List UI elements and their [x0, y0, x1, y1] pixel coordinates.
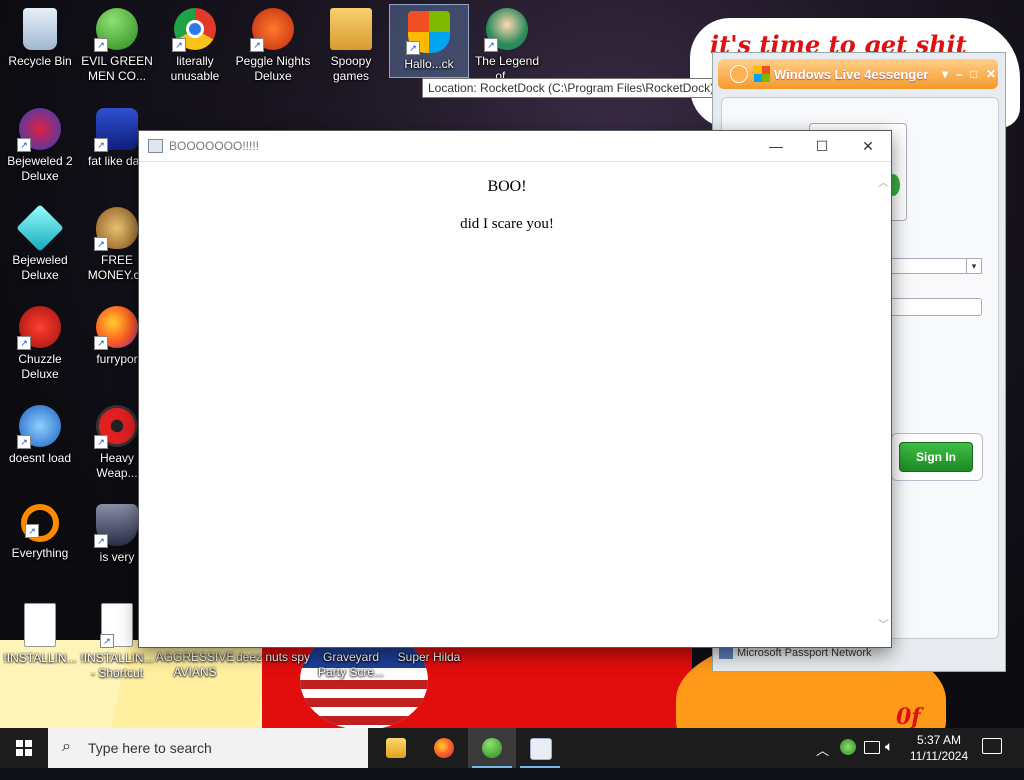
popup-titlebar[interactable]: BOOOOOOO!!!!! — ☐ ✕: [139, 131, 891, 162]
rocketdock-tooltip: Location: RocketDock (C:\Program Files\R…: [422, 78, 721, 98]
window-app-icon: [530, 738, 552, 760]
system-clock[interactable]: 5:37 AM 11/11/2024: [902, 732, 976, 764]
network-icon[interactable]: [864, 741, 880, 754]
minimize-button[interactable]: —: [753, 131, 799, 161]
desktop-icon-hallodock[interactable]: ↗ Hallo...ck: [389, 4, 469, 78]
messenger-buddies-icon: ↗: [94, 8, 138, 52]
wallpaper-corner-text: 0f: [896, 704, 921, 730]
desktop-icon-chuzzle[interactable]: ↗ Chuzzle Deluxe: [0, 300, 80, 392]
peggle-icon: ↗: [250, 8, 294, 52]
taskbar-evil-green-men[interactable]: [468, 728, 516, 768]
desktop-icon-recycle-bin[interactable]: Recycle Bin: [0, 2, 80, 94]
thunderbird-icon: ↗: [17, 405, 61, 449]
messenger-buddies-icon: [482, 738, 502, 758]
maximize-button[interactable]: ☐: [799, 131, 845, 161]
passport-icon: [719, 647, 733, 660]
desktop-icon-spoopy-games[interactable]: Spoopy games: [311, 2, 391, 94]
desktop-icon-literally-unusable[interactable]: ↗ literally unusable: [155, 2, 235, 94]
close-button[interactable]: ✕: [845, 131, 891, 161]
diamond-icon: [16, 204, 64, 252]
firefox-icon: ↗: [94, 306, 138, 350]
clock-time: 5:37 AM: [916, 733, 962, 747]
magnifier-icon: ↗: [21, 504, 59, 542]
scroll-down-icon[interactable]: ﹀: [878, 616, 889, 632]
taskbar-popup-window[interactable]: [516, 728, 564, 768]
messenger-titlebar[interactable]: Windows Live 4essenger ▾ – □ ✕: [718, 59, 998, 89]
search-box[interactable]: ⌕ Type here to search: [48, 728, 368, 768]
chevron-down-icon[interactable]: ▾: [966, 259, 981, 273]
desktop-icon-peggle-nights[interactable]: ↗ Peggle Nights Deluxe: [233, 2, 313, 94]
bejeweled-2-icon: ↗: [17, 108, 61, 152]
taskbar-firefox[interactable]: [420, 728, 468, 768]
scroll-up-icon[interactable]: ︿: [878, 174, 889, 190]
messenger-title: Windows Live 4essenger: [774, 67, 929, 82]
desktop-icon-everything[interactable]: ↗ Everything: [0, 498, 80, 590]
messenger-minimize-button[interactable]: –: [956, 67, 963, 81]
desktop-icon-evil-green-men[interactable]: ↗ EVIL GREEN MEN CO...: [77, 2, 157, 94]
folder-icon: [386, 738, 406, 758]
windows-live-logo-icon: [754, 66, 770, 82]
radiation-icon: ↗: [94, 405, 138, 449]
show-hidden-icons-chevron-icon[interactable]: ︿: [816, 740, 829, 780]
desktop-icon-bejeweled[interactable]: Bejeweled Deluxe: [0, 201, 80, 293]
messenger-tray-icon[interactable]: [840, 739, 856, 755]
popup-window[interactable]: BOOOOOOO!!!!! — ☐ ✕ BOO! did I scare you…: [138, 130, 892, 648]
taskbar-file-explorer[interactable]: [372, 728, 420, 768]
money-bag-icon: ↗: [94, 207, 138, 251]
popup-content: BOO! did I scare you!: [139, 162, 875, 646]
email-combobox[interactable]: ▾: [888, 258, 982, 274]
firefox-icon: [434, 738, 454, 758]
messenger-footer: Microsoft Passport Network: [719, 647, 871, 660]
taskbar: ⌕ Type here to search ︿ 🔈︎ 5:37 AM 11/11…: [0, 728, 1024, 768]
text-file-icon: ↗: [100, 603, 133, 648]
shield-icon: ↗: [94, 504, 138, 548]
messenger-close-button[interactable]: ✕: [986, 67, 996, 81]
notification-center-icon[interactable]: [982, 738, 1002, 754]
messenger-menu-icon[interactable]: [730, 65, 748, 83]
messenger-maximize-button[interactable]: □: [970, 67, 977, 81]
window-app-icon: [148, 139, 163, 153]
chuzzle-icon: ↗: [17, 306, 61, 350]
search-icon: ⌕: [62, 738, 71, 755]
popup-heading: BOO!: [487, 178, 527, 195]
start-button[interactable]: [0, 728, 48, 768]
messenger-menu-chevron-icon[interactable]: ▾: [942, 67, 948, 81]
desktop-icon-bejeweled-2[interactable]: ↗ Bejeweled 2 Deluxe: [0, 102, 80, 194]
chrome-icon: ↗: [172, 8, 216, 52]
character-icon: ↗: [484, 8, 528, 52]
sign-in-button[interactable]: Sign In: [899, 442, 973, 472]
windows-shield-icon: ↗: [406, 11, 450, 55]
text-file-icon: [24, 603, 56, 647]
desktop-icon-doesnt-load[interactable]: ↗ doesnt load: [0, 399, 80, 491]
windows-logo-icon: [16, 740, 32, 756]
mpl-icon: ↗: [94, 108, 138, 152]
clock-date: 11/11/2024: [909, 749, 969, 763]
popup-message: did I scare you!: [460, 216, 554, 232]
volume-icon[interactable]: 🔈︎: [885, 738, 893, 778]
vertical-scrollbar[interactable]: ︿ ﹀: [875, 162, 891, 646]
password-field[interactable]: [888, 298, 982, 316]
recycle-bin-icon: [23, 8, 57, 50]
desktop-icon-installing[interactable]: !INSTALLIN...: [0, 597, 80, 689]
popup-title: BOOOOOOO!!!!!: [169, 139, 260, 153]
folder-icon: [330, 8, 372, 50]
search-placeholder: Type here to search: [88, 740, 212, 756]
